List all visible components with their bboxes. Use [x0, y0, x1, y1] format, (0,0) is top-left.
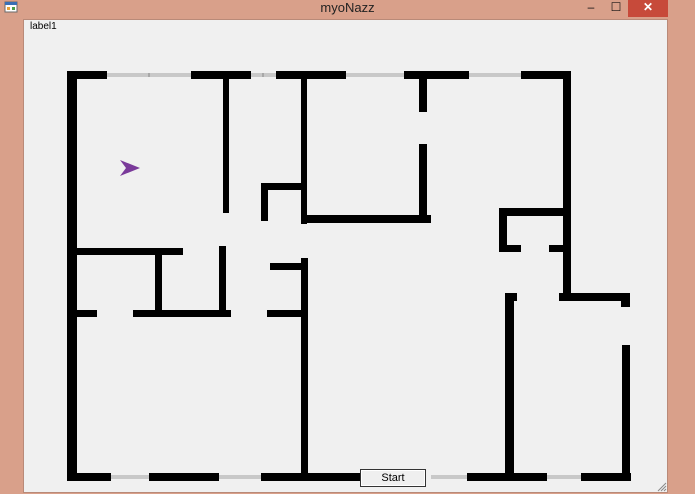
wall-i16	[499, 208, 564, 216]
wall-i21	[505, 293, 514, 481]
wall-i18	[499, 245, 521, 252]
wall-i7	[261, 183, 268, 221]
floor-plan-map	[67, 71, 631, 481]
wall-i5	[419, 144, 427, 223]
wall-left	[67, 71, 77, 480]
minimize-button[interactable]: –	[578, 0, 604, 17]
wall-i19	[549, 245, 565, 252]
wall-i10	[219, 246, 226, 314]
wall-bottom-3	[261, 473, 361, 481]
wall-bottom-1	[67, 473, 111, 481]
window-sill-5	[111, 475, 149, 479]
wall-i3	[301, 215, 431, 223]
wall-i9	[155, 248, 162, 314]
window-sill-8	[547, 475, 581, 479]
wall-i23	[621, 293, 630, 307]
wall-i8	[77, 248, 183, 255]
app-window: myoNazz – ☐ ✕ label1 Start	[0, 0, 695, 494]
window-sill-4	[469, 73, 521, 77]
wall-top-4	[404, 71, 469, 79]
wall-top-2	[191, 71, 251, 79]
close-button[interactable]: ✕	[628, 0, 668, 17]
wall-i22	[559, 293, 630, 301]
wall-i1	[223, 79, 229, 213]
wall-i15	[301, 258, 308, 480]
purple-arrow-cursor	[120, 160, 140, 176]
resize-grip-icon[interactable]	[655, 480, 667, 492]
start-button[interactable]: Start	[360, 469, 426, 487]
wall-i4	[419, 79, 427, 112]
window-sill-3	[346, 73, 404, 77]
wall-right-upper	[563, 71, 571, 301]
maximize-button[interactable]: ☐	[604, 0, 628, 17]
wall-i12	[133, 310, 231, 317]
wall-top-3	[276, 71, 346, 79]
title-bar[interactable]: myoNazz – ☐ ✕	[0, 0, 695, 17]
wall-i11	[77, 310, 97, 317]
wall-i2	[301, 79, 307, 224]
form-client-area: label1 Start	[23, 19, 668, 493]
window-sill-6	[219, 475, 261, 479]
wall-right-lower	[622, 345, 630, 481]
wall-bottom-2	[149, 473, 219, 481]
window-sill-7	[431, 475, 467, 479]
